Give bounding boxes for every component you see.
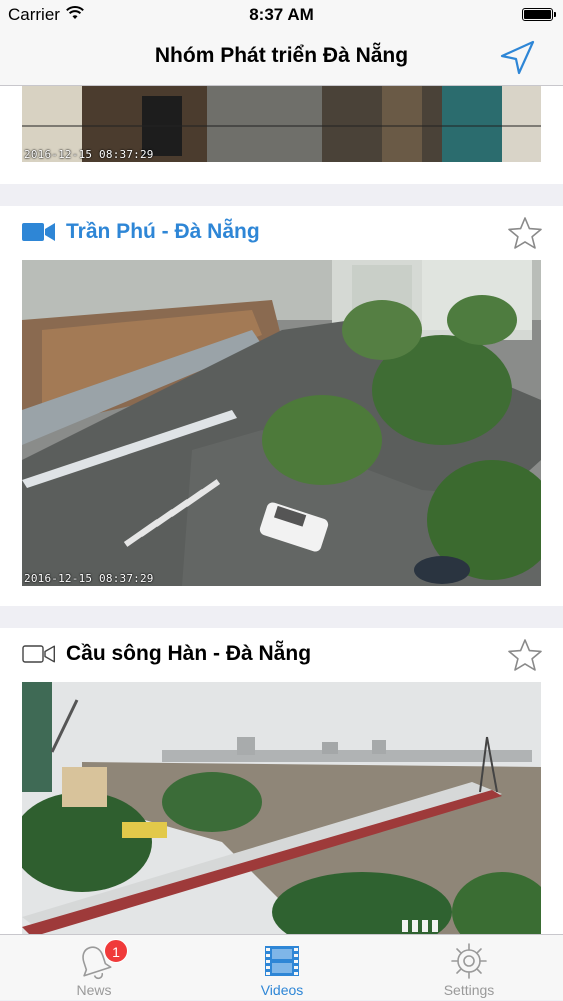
status-bar: Carrier 8:37 AM <box>0 0 563 30</box>
camera-title: Cầu sông Hàn - Đà Nẵng <box>66 642 312 665</box>
camera-card[interactable]: Cầu sông Hàn - Đà Nẵng <box>0 628 563 934</box>
battery-icon <box>522 8 556 21</box>
camera-image[interactable]: 2016-12-15 08:37:29 <box>22 260 541 586</box>
tab-label: News <box>76 982 112 998</box>
tab-label: Settings <box>443 982 495 998</box>
camera-list[interactable]: 2016-12-15 08:37:29 Trần Phú - Đà Nẵng 2… <box>0 86 563 934</box>
video-camera-icon <box>22 645 55 663</box>
tab-settings[interactable]: Settings <box>375 935 563 1001</box>
clock: 8:37 AM <box>249 5 314 24</box>
navigation-bar: Nhóm Phát triển Đà Nẵng <box>0 30 563 86</box>
film-icon <box>265 946 299 976</box>
card-header[interactable]: Cầu sông Hàn - Đà Nẵng <box>0 628 563 680</box>
camera-image[interactable]: 2016-12-15 08:37:29 <box>22 86 541 162</box>
timestamp: 2016-12-15 08:37:29 <box>24 148 154 161</box>
timestamp: 2016-12-15 08:37:29 <box>24 572 154 585</box>
tab-bar: 1 News Videos Settings <box>0 934 563 1000</box>
camera-card[interactable]: Trần Phú - Đà Nẵng 2016-12-15 08:37:29 <box>0 206 563 606</box>
tab-news[interactable]: 1 News <box>0 935 188 1001</box>
video-camera-icon <box>22 223 55 241</box>
page-title: Nhóm Phát triển Đà Nẵng <box>154 44 409 67</box>
star-icon[interactable] <box>507 216 543 250</box>
camera-image-scene <box>22 260 541 586</box>
gear-icon <box>451 943 487 979</box>
notification-badge: 1 <box>104 939 128 963</box>
camera-image[interactable] <box>22 682 541 934</box>
camera-card[interactable]: 2016-12-15 08:37:29 <box>0 86 563 184</box>
card-header[interactable]: Trần Phú - Đà Nẵng <box>0 206 563 258</box>
tab-label: Videos <box>260 982 304 998</box>
location-arrow-icon[interactable] <box>497 38 537 78</box>
camera-title: Trần Phú - Đà Nẵng <box>66 220 260 243</box>
tab-videos[interactable]: Videos <box>188 935 376 1001</box>
camera-image-scene <box>22 682 541 934</box>
star-icon[interactable] <box>507 638 543 672</box>
